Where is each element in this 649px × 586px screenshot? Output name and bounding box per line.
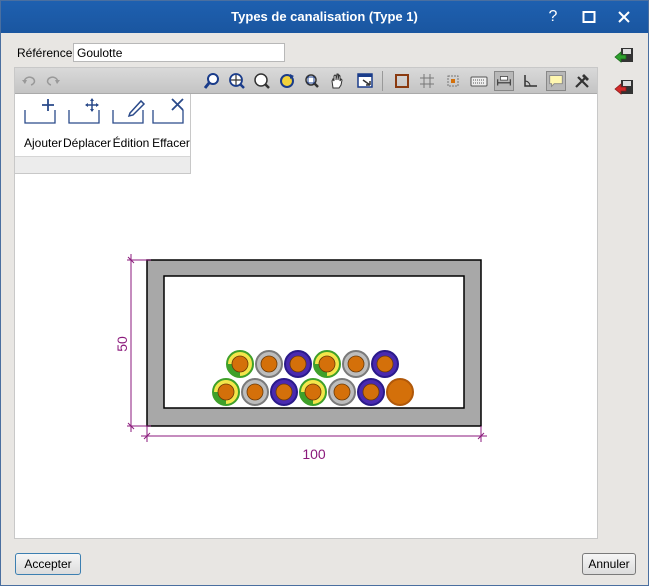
rectangle-button[interactable] bbox=[392, 71, 412, 91]
move-icon bbox=[68, 98, 100, 124]
import-button[interactable] bbox=[612, 45, 636, 69]
dimension-icon bbox=[497, 76, 511, 86]
cable-1 bbox=[255, 350, 283, 378]
zoom-x2-button[interactable] bbox=[252, 71, 272, 91]
reference-input[interactable] bbox=[73, 43, 285, 62]
edit-tools-panel: Ajouter Déplacer Édition Effacer bbox=[15, 94, 191, 174]
grid-button[interactable] bbox=[417, 71, 437, 91]
select-area-icon bbox=[357, 73, 373, 88]
accept-button[interactable]: Accepter bbox=[15, 553, 81, 575]
regenerate-button[interactable] bbox=[277, 71, 297, 91]
help-button[interactable]: ? bbox=[542, 7, 564, 27]
delete-tool[interactable]: Effacer bbox=[149, 96, 193, 152]
redo-button[interactable] bbox=[43, 71, 63, 91]
snap-button[interactable] bbox=[443, 71, 463, 91]
tools-icon bbox=[575, 74, 589, 88]
dimension-button[interactable] bbox=[494, 71, 514, 91]
horizontal-dimension-value: 100 bbox=[302, 446, 326, 462]
cable-4 bbox=[342, 350, 370, 378]
toolbar-separator bbox=[382, 71, 383, 91]
edit-panel-footer bbox=[15, 156, 190, 173]
add-icon bbox=[24, 99, 56, 124]
cable-0 bbox=[226, 350, 254, 378]
section-editor: Ajouter Déplacer Édition Effacer 50 100 bbox=[14, 67, 598, 539]
keyboard-button[interactable] bbox=[469, 71, 489, 91]
angle-button[interactable] bbox=[520, 71, 540, 91]
title-bar: Types de canalisation (Type 1) ? bbox=[1, 1, 648, 33]
cable-11 bbox=[357, 378, 385, 406]
reference-label: Référence bbox=[17, 46, 73, 60]
redo-icon bbox=[46, 76, 60, 86]
delete-tool-label: Effacer bbox=[152, 136, 190, 150]
editor-toolbar bbox=[15, 68, 597, 94]
maximize-icon bbox=[582, 11, 596, 23]
zoom-window-icon bbox=[305, 74, 319, 88]
zoom-fit-button[interactable] bbox=[202, 71, 222, 91]
cable-5 bbox=[371, 350, 399, 378]
zoom-extents-button[interactable] bbox=[227, 71, 247, 91]
pan-icon bbox=[331, 73, 343, 89]
comment-icon bbox=[549, 75, 563, 88]
close-icon bbox=[618, 11, 630, 23]
zoom-x2-icon bbox=[254, 73, 270, 89]
import-icon bbox=[614, 48, 633, 63]
horizontal-dimension bbox=[141, 426, 487, 442]
maximize-button[interactable] bbox=[578, 7, 600, 27]
export-button[interactable] bbox=[612, 77, 636, 101]
cable-8 bbox=[270, 378, 298, 406]
zoom-extents-icon bbox=[229, 73, 245, 89]
export-icon bbox=[614, 80, 633, 95]
section-drawing: 50 100 bbox=[114, 254, 487, 462]
select-area-button[interactable] bbox=[355, 71, 375, 91]
cable-12 bbox=[386, 378, 414, 406]
rectangle-icon bbox=[395, 74, 409, 88]
cable-7 bbox=[241, 378, 269, 406]
pencil-icon bbox=[112, 99, 146, 124]
regenerate-icon bbox=[280, 74, 294, 88]
snap-icon bbox=[447, 75, 459, 87]
keyboard-icon bbox=[470, 76, 488, 87]
comment-button[interactable] bbox=[546, 71, 566, 91]
delete-icon bbox=[152, 98, 184, 124]
angle-icon bbox=[524, 75, 537, 87]
cancel-button[interactable]: Annuler bbox=[582, 553, 636, 575]
cable-10 bbox=[328, 378, 356, 406]
cable-3 bbox=[313, 350, 341, 378]
undo-icon bbox=[22, 76, 36, 86]
cable-2 bbox=[284, 350, 312, 378]
zoom-window-button[interactable] bbox=[302, 71, 322, 91]
close-button[interactable] bbox=[613, 7, 635, 27]
pan-button[interactable] bbox=[327, 71, 347, 91]
undo-button[interactable] bbox=[19, 71, 39, 91]
tools-button[interactable] bbox=[572, 71, 592, 91]
drawing-canvas[interactable]: 50 100 bbox=[15, 174, 597, 538]
vertical-dimension-value: 50 bbox=[114, 336, 130, 352]
cable-6 bbox=[212, 378, 240, 406]
cable-9 bbox=[299, 378, 327, 406]
grid-icon bbox=[420, 74, 434, 88]
zoom-fit-icon bbox=[203, 73, 219, 89]
dialog-window: Types de canalisation (Type 1) ? Référen… bbox=[0, 0, 649, 586]
